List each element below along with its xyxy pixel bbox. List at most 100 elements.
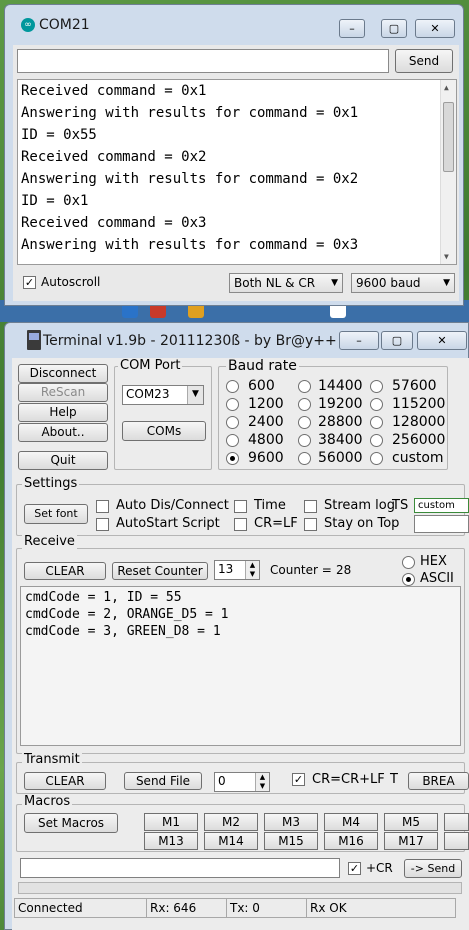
baud-radio[interactable] xyxy=(226,416,239,429)
cr-crlf-checkbox[interactable]: ✓ xyxy=(292,773,305,786)
set-font-button[interactable]: Set font xyxy=(24,504,88,524)
close-button[interactable]: ✕ xyxy=(417,331,467,350)
line-ending-select[interactable]: Both NL & CR ▼ xyxy=(229,273,343,293)
baud-radio[interactable] xyxy=(370,452,383,465)
autostart-script-label: AutoStart Script xyxy=(116,516,220,531)
chevron-down-icon: ▼ xyxy=(331,278,338,288)
macro-button[interactable]: M3 xyxy=(264,813,318,831)
com-port-select[interactable]: COM23 ▼ xyxy=(122,385,204,405)
stay-on-top-checkbox[interactable] xyxy=(304,518,317,531)
spin-arrows-icon[interactable]: ▲ ▼ xyxy=(245,561,259,579)
baud-option: custom xyxy=(392,450,444,466)
baud-option: 2400 xyxy=(248,414,284,430)
baud-radio[interactable] xyxy=(370,434,383,447)
rescan-button[interactable]: ReScan xyxy=(18,383,108,402)
stream-log-checkbox[interactable] xyxy=(304,500,317,513)
autostart-script-checkbox[interactable] xyxy=(96,518,109,531)
send-button[interactable]: Send xyxy=(395,49,453,73)
macro-button[interactable]: M2 xyxy=(204,813,258,831)
serial-monitor-client: Send Received command = 0x1 Answering wi… xyxy=(13,45,459,301)
vertical-scrollbar[interactable]: ▲ ▼ xyxy=(440,80,456,264)
maximize-button[interactable]: ▢ xyxy=(381,331,413,350)
counter-spin-value: 13 xyxy=(218,562,234,576)
settings-label: Settings xyxy=(22,476,80,491)
hex-radio[interactable] xyxy=(402,556,415,569)
baud-radio[interactable] xyxy=(226,398,239,411)
baud-radio[interactable] xyxy=(298,452,311,465)
baud-option: 38400 xyxy=(318,432,363,448)
scroll-down-icon[interactable]: ▼ xyxy=(444,252,449,261)
transmit-input[interactable] xyxy=(20,858,340,878)
set-macros-button[interactable]: Set Macros xyxy=(24,813,118,833)
baud-radio-selected[interactable] xyxy=(226,452,239,465)
counter-label: Counter = xyxy=(270,563,332,577)
cr-lf-checkbox[interactable] xyxy=(234,518,247,531)
about-button[interactable]: About.. xyxy=(18,423,108,442)
macro-button[interactable]: M1 xyxy=(144,813,198,831)
scroll-up-icon[interactable]: ▲ xyxy=(444,83,449,92)
time-checkbox[interactable] xyxy=(234,500,247,513)
receive-line: cmdCode = 2, ORANGE_D5 = 1 xyxy=(25,607,229,622)
serial-output: Received command = 0x1 Answering with re… xyxy=(17,79,457,265)
minimize-button[interactable]: – xyxy=(339,19,365,38)
baud-radio[interactable] xyxy=(226,434,239,447)
plus-cr-checkbox[interactable]: ✓ xyxy=(348,862,361,875)
baud-radio[interactable] xyxy=(370,416,383,429)
window-title: ∞ COM21 xyxy=(21,17,90,33)
baud-option: 19200 xyxy=(318,396,363,412)
serial-line: ID = 0x1 xyxy=(21,193,89,209)
reset-counter-button[interactable]: Reset Counter xyxy=(112,562,208,580)
macro-button[interactable] xyxy=(444,832,469,850)
baud-radio[interactable] xyxy=(226,380,239,393)
baud-radio[interactable] xyxy=(298,416,311,429)
macro-button[interactable]: M16 xyxy=(324,832,378,850)
baud-radio[interactable] xyxy=(298,434,311,447)
macro-button[interactable]: M5 xyxy=(384,813,438,831)
custom-input[interactable] xyxy=(414,515,469,533)
terminal-send-button[interactable]: -> Send xyxy=(404,859,462,878)
chevron-down-icon: ▼ xyxy=(443,278,450,288)
baud-option: 115200 xyxy=(392,396,446,412)
macro-button[interactable]: M14 xyxy=(204,832,258,850)
custom-baud-field[interactable]: custom xyxy=(414,498,469,513)
window-title: Terminal v1.9b - 20111230ß - by Br@y++ xyxy=(43,333,337,349)
autoscroll-checkbox[interactable]: ✓ xyxy=(23,276,36,289)
macro-button[interactable]: M13 xyxy=(144,832,198,850)
macro-button[interactable]: M17 xyxy=(384,832,438,850)
macro-button[interactable]: M15 xyxy=(264,832,318,850)
cr-crlf-label: CR=CR+LF xyxy=(312,772,385,787)
ascii-radio[interactable] xyxy=(402,573,415,586)
spin-arrows-icon[interactable]: ▲ ▼ xyxy=(255,773,269,791)
baud-radio[interactable] xyxy=(298,398,311,411)
auto-dis-connect-checkbox[interactable] xyxy=(96,500,109,513)
transmit-spinbox[interactable]: 0 ▲ ▼ xyxy=(214,772,270,792)
scroll-thumb[interactable] xyxy=(443,102,454,172)
baud-rate-label: Baud rate xyxy=(226,358,299,374)
baud-radio[interactable] xyxy=(298,380,311,393)
baud-select[interactable]: 9600 baud ▼ xyxy=(351,273,455,293)
close-button[interactable]: ✕ xyxy=(415,19,455,38)
receive-line: cmdCode = 1, ID = 55 xyxy=(25,590,182,605)
break-button[interactable]: BREA xyxy=(408,772,469,790)
baud-radio[interactable] xyxy=(370,398,383,411)
com-port-value: COM23 xyxy=(126,387,170,401)
serial-send-input[interactable] xyxy=(17,49,389,73)
counter-spinbox[interactable]: 13 ▲ ▼ xyxy=(214,560,260,580)
coms-button[interactable]: COMs xyxy=(122,421,206,441)
baud-radio[interactable] xyxy=(370,380,383,393)
macro-button[interactable] xyxy=(444,813,469,831)
minimize-button[interactable]: – xyxy=(339,331,379,350)
serial-line: Received command = 0x1 xyxy=(21,83,207,99)
maximize-button[interactable]: ▢ xyxy=(381,19,407,38)
serial-monitor-window: ∞ COM21 – ▢ ✕ Send Received command = 0x… xyxy=(4,4,464,306)
disconnect-button[interactable]: Disconnect xyxy=(18,364,108,383)
receive-clear-button[interactable]: CLEAR xyxy=(24,562,106,580)
send-file-button[interactable]: Send File xyxy=(124,772,202,790)
help-button[interactable]: Help xyxy=(18,403,108,422)
macro-button[interactable]: M4 xyxy=(324,813,378,831)
baud-option: 9600 xyxy=(248,450,284,466)
transmit-clear-button[interactable]: CLEAR xyxy=(24,772,106,790)
baud-option: 56000 xyxy=(318,450,363,466)
window-title-text: COM21 xyxy=(39,17,90,33)
quit-button[interactable]: Quit xyxy=(18,451,108,470)
